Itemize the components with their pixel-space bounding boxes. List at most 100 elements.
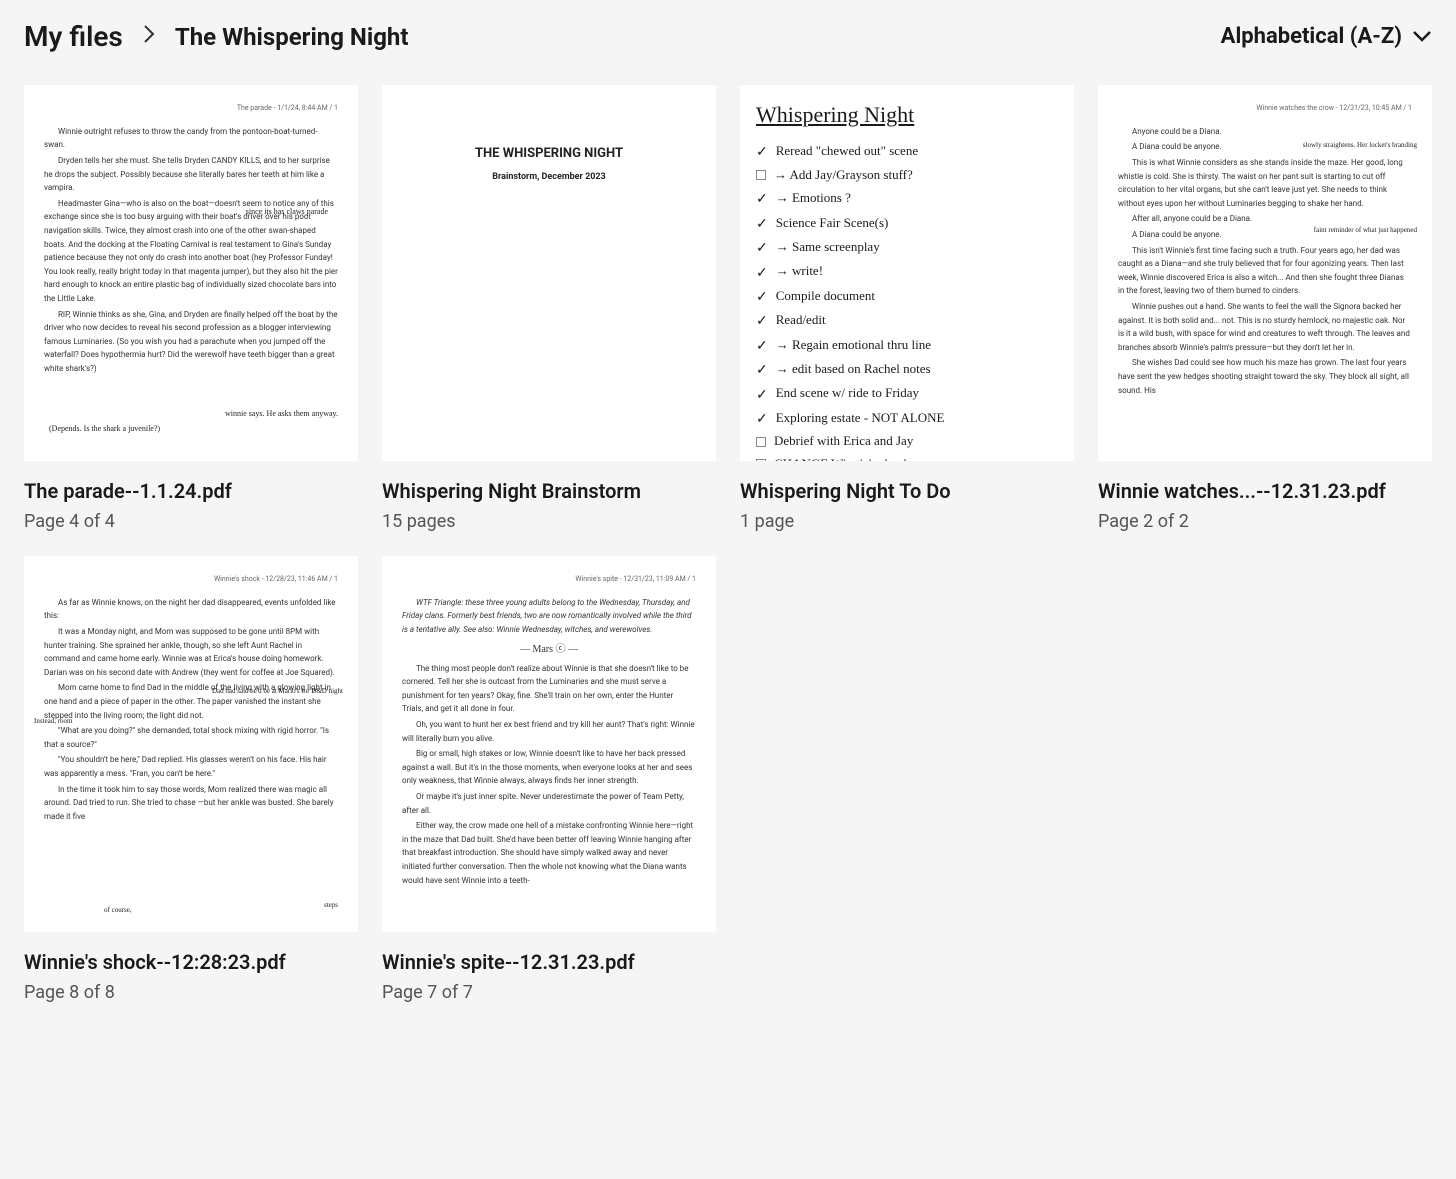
thumb-text: This is what Winnie considers as she sta… [1118,156,1412,210]
checkmark-icon: ✓ [756,407,768,429]
file-meta: Page 2 of 2 [1098,511,1432,532]
checkbox-icon [756,459,766,461]
todo-item: ✓ → write! [756,261,1058,283]
file-meta: 15 pages [382,511,716,532]
file-card[interactable]: THE WHISPERING NIGHT Brainstorm, Decembe… [382,85,716,532]
thumb-text: After all, anyone could be a Diana. [1118,212,1412,226]
thumb-text: Winnie outright refuses to throw the can… [44,125,338,152]
handwritten-annotation: slowly straightens. Her locket's brandin… [1303,140,1417,152]
file-card[interactable]: Whispering Night ✓ Reread "chewed out" sc… [740,85,1074,532]
thumb-text: RIP, Winnie thinks as she, Gina, and Dry… [44,308,338,376]
chevron-down-icon [1412,27,1432,46]
thumb-text: Big or small, high stakes or low, Winnie… [402,747,696,788]
file-grid: The parade - 1/1/24, 8:44 AM / 1 Winnie … [24,85,1432,1003]
thumb-text: Winnie pushes out a hand. She wants to f… [1118,300,1412,354]
handwritten-annotation: winnie says. He asks them anyway. [225,407,338,421]
todo-item: ✓ → Emotions ? [756,187,1058,209]
handwritten-title: Whispering Night [756,97,1058,132]
todo-item: → Add Jay/Grayson stuff? [756,165,1058,186]
breadcrumb-root[interactable]: My files [24,20,123,53]
thumb-header: Winnie's shock - 12/28/23, 11:46 AM / 1 [44,574,338,586]
thumb-title: THE WHISPERING NIGHT [402,143,696,165]
handwritten-annotation: Instead, room [34,716,73,728]
todo-item: ✓ End scene w/ ride to Friday [756,383,1058,405]
checkmark-icon: ✓ [756,285,768,307]
chevron-right-icon [143,24,155,50]
thumb-text: Anyone could be a Diana. [1118,125,1412,139]
file-meta: Page 7 of 7 [382,982,716,1003]
checkmark-icon: ✓ [756,187,768,209]
handwritten-annotation: — Mars ⓒ — [402,641,696,658]
file-card[interactable]: Winnie watches the crow - 12/31/23, 10:4… [1098,85,1432,532]
todo-text: → Emotions ? [776,188,851,209]
thumb-text: She wishes Dad could see how much his ma… [1118,356,1412,397]
checkbox-icon [756,170,766,180]
file-thumbnail: Winnie watches the crow - 12/31/23, 10:4… [1098,85,1432,461]
thumb-text: In the time it took him to say those wor… [44,783,338,824]
breadcrumb-current[interactable]: The Whispering Night [175,23,409,51]
file-name: Winnie watches...--12.31.23.pdf [1098,479,1432,503]
thumb-text: It was a Monday night, and Mom was suppo… [44,625,338,679]
checkmark-icon: ✓ [756,140,768,162]
file-name: Whispering Night Brainstorm [382,479,716,503]
thumb-text: This isn't Winnie's first time facing su… [1118,244,1412,298]
checkmark-icon: ✓ [756,236,768,258]
todo-text: → Regain emotional thru line [776,335,931,356]
checkmark-icon: ✓ [756,358,768,380]
thumb-text: "What are you doing?" she demanded, tota… [44,724,338,751]
todo-item: ✓ Exploring estate - NOT ALONE [756,407,1058,429]
todo-item: ✓Read/edit [756,309,1058,331]
todo-item: ✓ → Same screenplay [756,236,1058,258]
file-thumbnail: THE WHISPERING NIGHT Brainstorm, Decembe… [382,85,716,461]
thumb-subtitle: Brainstorm, December 2023 [402,170,696,185]
file-card[interactable]: Winnie's shock - 12/28/23, 11:46 AM / 1 … [24,556,358,1003]
file-meta: Page 8 of 8 [24,982,358,1003]
file-card[interactable]: The parade - 1/1/24, 8:44 AM / 1 Winnie … [24,85,358,532]
file-name: Whispering Night To Do [740,479,1074,503]
todo-item: CHANGE Winnie's shock scene [756,454,1058,461]
todo-text: End scene w/ ride to Friday [776,383,919,404]
file-meta: Page 4 of 4 [24,511,358,532]
handwritten-annotation: since its has claws parade [246,205,328,219]
thumb-text: "You shouldn't be here," Dad replied. Hi… [44,753,338,780]
checkmark-icon: ✓ [756,261,768,283]
todo-text: → write! [776,261,823,282]
file-name: Winnie's spite--12.31.23.pdf [382,950,716,974]
todo-text: Read/edit [776,310,826,331]
todo-text: → Add Jay/Grayson stuff? [774,165,913,186]
todo-item: ✓ Reread "chewed out" scene [756,140,1058,162]
thumb-header: Winnie's spite - 12/31/23, 11:09 AM / 1 [402,574,696,586]
thumb-text: Either way, the crow made one hell of a … [402,819,696,887]
thumb-text: Or maybe it's just inner spite. Never un… [402,790,696,817]
sort-label: Alphabetical (A-Z) [1221,24,1402,49]
handwritten-annotation: faint reminder of what just happened [1314,225,1417,237]
thumb-text: Dryden tells her she must. She tells Dry… [44,154,338,195]
todo-text: Reread "chewed out" scene [776,141,918,162]
sort-dropdown[interactable]: Alphabetical (A-Z) [1221,24,1432,49]
file-thumbnail: Winnie's shock - 12/28/23, 11:46 AM / 1 … [24,556,358,932]
breadcrumb: My files The Whispering Night [24,20,408,53]
handwritten-annotation: steps [324,900,338,912]
thumb-text: Oh, you want to hunt her ex best friend … [402,718,696,745]
thumb-header: Winnie watches the crow - 12/31/23, 10:4… [1118,103,1412,115]
handwritten-annotation: (Depends. Is the shark a juvenile?) [49,422,160,436]
file-name: The parade--1.1.24.pdf [24,479,358,503]
file-meta: 1 page [740,511,1074,532]
checkbox-icon [756,437,766,447]
todo-text: Exploring estate - NOT ALONE [776,408,945,429]
file-card[interactable]: Winnie's spite - 12/31/23, 11:09 AM / 1 … [382,556,716,1003]
todo-item: Debrief with Erica and Jay [756,431,1058,452]
checkmark-icon: ✓ [756,212,768,234]
todo-item: ✓→ Regain emotional thru line [756,334,1058,356]
todo-text: Debrief with Erica and Jay [774,431,913,452]
todo-text: Compile document [776,286,875,307]
file-name: Winnie's shock--12:28:23.pdf [24,950,358,974]
handwritten-annotation: of course, [104,905,132,917]
file-thumbnail: Whispering Night ✓ Reread "chewed out" sc… [740,85,1074,461]
page-header: My files The Whispering Night Alphabetic… [24,20,1432,53]
checkmark-icon: ✓ [756,383,768,405]
todo-text: → Same screenplay [776,237,880,258]
file-thumbnail: Winnie's spite - 12/31/23, 11:09 AM / 1 … [382,556,716,932]
handwritten-annotation: Dad had said he'd be at Mario's for D&D … [212,686,343,698]
file-thumbnail: The parade - 1/1/24, 8:44 AM / 1 Winnie … [24,85,358,461]
